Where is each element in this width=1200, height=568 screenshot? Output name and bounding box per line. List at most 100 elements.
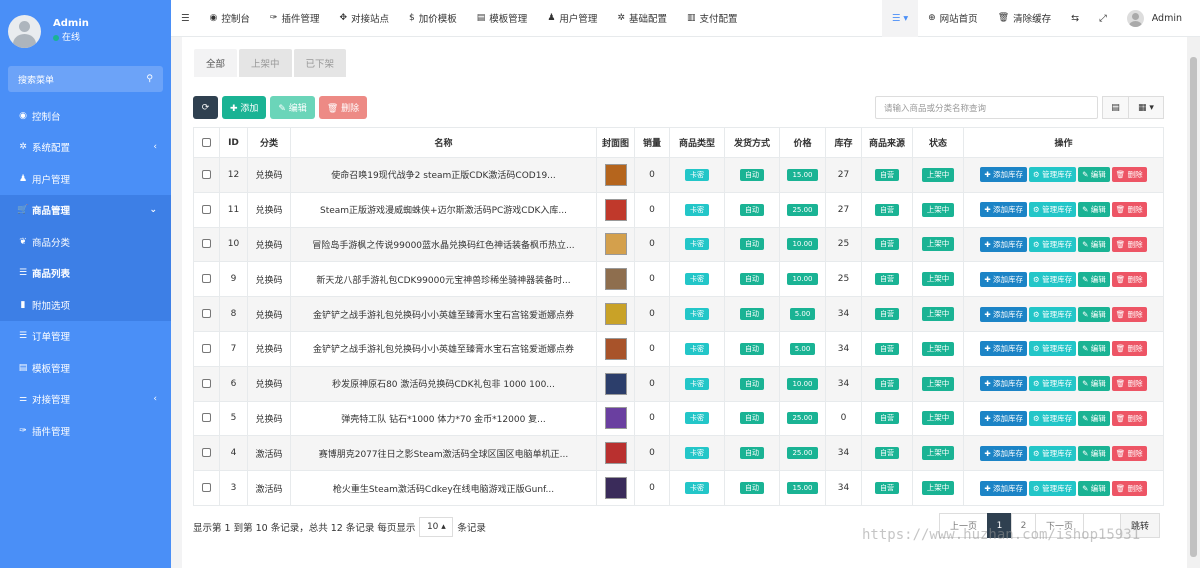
cover-image[interactable] bbox=[604, 442, 627, 465]
add-stock-button[interactable]: ✚ 添加库存 bbox=[980, 480, 1027, 496]
manage-stock-button[interactable]: ⚙ 管理库存 bbox=[1028, 306, 1077, 322]
menu-search[interactable]: 搜索菜单 ⚲ bbox=[8, 66, 163, 92]
list-dropdown-icon[interactable]: ☰ ▾ bbox=[881, 0, 919, 37]
sidebar-item-10[interactable]: ✑ 插件管理 bbox=[0, 415, 171, 447]
row-checkbox[interactable] bbox=[193, 400, 220, 437]
topnav-item-7[interactable]: ▥ 支付配置 bbox=[677, 0, 748, 37]
topnav-item-1[interactable]: ✑ 插件管理 bbox=[260, 0, 330, 37]
avatar[interactable] bbox=[8, 14, 41, 48]
add-stock-button[interactable]: ✚ 添加库存 bbox=[980, 341, 1027, 357]
cover-image[interactable] bbox=[604, 198, 627, 221]
scrollbar[interactable] bbox=[1187, 37, 1200, 568]
cover-image[interactable] bbox=[604, 303, 627, 326]
sidebar-item-6[interactable]: ▮ 附加选项 bbox=[0, 289, 171, 321]
cover-image[interactable] bbox=[604, 407, 627, 430]
row-checkbox[interactable] bbox=[193, 470, 220, 506]
edit-row-button[interactable]: ✎ 编辑 bbox=[1078, 480, 1110, 496]
edit-row-button[interactable]: ✎ 编辑 bbox=[1078, 410, 1110, 426]
manage-stock-button[interactable]: ⚙ 管理库存 bbox=[1028, 480, 1077, 496]
delete-row-button[interactable]: 🗑 删除 bbox=[1111, 202, 1147, 218]
row-checkbox[interactable] bbox=[193, 330, 220, 367]
edit-row-button[interactable]: ✎ 编辑 bbox=[1078, 445, 1110, 461]
manage-stock-button[interactable]: ⚙ 管理库存 bbox=[1028, 376, 1077, 392]
add-stock-button[interactable]: ✚ 添加库存 bbox=[980, 376, 1027, 392]
cell-cover[interactable] bbox=[596, 435, 635, 472]
row-checkbox[interactable] bbox=[193, 365, 220, 402]
table-row[interactable]: 3 激活码 枪火重生Steam激活码Cdkey在线电脑游戏正版Gunf... 0 卡密 自… bbox=[193, 470, 1164, 506]
manage-stock-button[interactable]: ⚙ 管理库存 bbox=[1028, 167, 1077, 183]
refresh-button[interactable]: ⟳ bbox=[193, 96, 218, 119]
cover-image[interactable] bbox=[604, 477, 627, 500]
cell-cover[interactable] bbox=[596, 400, 635, 437]
edit-row-button[interactable]: ✎ 编辑 bbox=[1078, 167, 1110, 183]
status-badge[interactable]: 上架中 bbox=[921, 341, 955, 356]
clear-cache-link[interactable]: 🗑 清除缓存 bbox=[988, 0, 1061, 37]
delete-row-button[interactable]: 🗑 删除 bbox=[1111, 410, 1147, 426]
row-checkbox[interactable] bbox=[193, 296, 220, 332]
sidebar-item-3[interactable]: 🛒 商品管理 ⌄ bbox=[0, 194, 171, 226]
table-row[interactable]: 7 兑换码 金铲铲之战手游礼包兑换码小小英雄至臻膏水宝石宫铭爱逝娜点券 0 卡密 自动 5.… bbox=[193, 330, 1164, 367]
status-badge[interactable]: 上架中 bbox=[921, 237, 955, 252]
row-checkbox[interactable] bbox=[193, 226, 220, 263]
column-header[interactable]: 销量 bbox=[634, 127, 670, 158]
select-all-checkbox[interactable] bbox=[193, 127, 220, 158]
add-stock-button[interactable]: ✚ 添加库存 bbox=[980, 271, 1027, 287]
add-stock-button[interactable]: ✚ 添加库存 bbox=[980, 202, 1027, 218]
cell-cover[interactable] bbox=[596, 330, 635, 367]
manage-stock-button[interactable]: ⚙ 管理库存 bbox=[1028, 236, 1077, 252]
topnav-item-4[interactable]: ▤ 模板管理 bbox=[467, 0, 538, 37]
table-row[interactable]: 8 兑换码 金铲铲之战手游礼包兑换码小小英雄至臻膏水宝石宫铭爱逝娜点券 0 卡密 自动 5.… bbox=[193, 296, 1164, 332]
status-badge[interactable]: 上架中 bbox=[921, 272, 955, 287]
row-checkbox[interactable] bbox=[193, 435, 220, 472]
sidebar-item-1[interactable]: ✲ 系统配置 ‹ bbox=[0, 132, 171, 164]
edit-row-button[interactable]: ✎ 编辑 bbox=[1078, 306, 1110, 322]
delete-row-button[interactable]: 🗑 删除 bbox=[1111, 167, 1147, 183]
status-badge[interactable]: 上架中 bbox=[921, 481, 955, 496]
topnav-item-0[interactable]: ◉ 控制台 bbox=[200, 0, 260, 37]
add-stock-button[interactable]: ✚ 添加库存 bbox=[980, 410, 1027, 426]
status-badge[interactable]: 上架中 bbox=[921, 307, 955, 322]
search-icon[interactable]: ⚲ bbox=[146, 74, 153, 84]
delete-row-button[interactable]: 🗑 删除 bbox=[1111, 445, 1147, 461]
delete-button[interactable]: 🗑 删除 bbox=[318, 96, 368, 119]
column-header[interactable]: 商品来源 bbox=[861, 127, 913, 158]
sidebar-item-5[interactable]: ☰ 商品列表 bbox=[0, 257, 171, 289]
column-header[interactable]: 发货方式 bbox=[724, 127, 780, 158]
column-header[interactable]: 库存 bbox=[825, 127, 862, 158]
delete-row-button[interactable]: 🗑 删除 bbox=[1111, 236, 1147, 252]
cell-cover[interactable] bbox=[596, 191, 635, 228]
fullscreen-icon[interactable]: ⤢ bbox=[1089, 0, 1117, 37]
column-header[interactable]: 封面图 bbox=[596, 127, 635, 158]
sidebar-item-0[interactable]: ◉ 控制台 bbox=[0, 100, 171, 132]
status-badge[interactable]: 上架中 bbox=[921, 202, 955, 217]
cell-cover[interactable] bbox=[596, 261, 635, 298]
table-row[interactable]: 11 兑换码 Steam正版游戏漫威蜘蛛侠+迈尔斯激活码PC游戏CDK入库... 0 卡… bbox=[193, 191, 1164, 228]
add-button[interactable]: ✚ 添加 bbox=[222, 96, 267, 119]
edit-row-button[interactable]: ✎ 编辑 bbox=[1078, 236, 1110, 252]
edit-row-button[interactable]: ✎ 编辑 bbox=[1078, 341, 1110, 357]
delete-row-button[interactable]: 🗑 删除 bbox=[1111, 306, 1147, 322]
table-row[interactable]: 4 激活码 赛博朋克2077往日之影Steam激活码全球区国区电脑单机正... 0 卡密… bbox=[193, 435, 1164, 472]
language-icon[interactable]: ⇆ bbox=[1061, 0, 1089, 37]
search-input[interactable]: 请输入商品或分类名称查询 bbox=[875, 96, 1098, 119]
column-header[interactable]: ID bbox=[219, 127, 248, 158]
add-stock-button[interactable]: ✚ 添加库存 bbox=[980, 236, 1027, 252]
delete-row-button[interactable]: 🗑 删除 bbox=[1111, 271, 1147, 287]
row-checkbox[interactable] bbox=[193, 261, 220, 298]
cell-cover[interactable] bbox=[596, 296, 635, 332]
cell-cover[interactable] bbox=[596, 365, 635, 402]
manage-stock-button[interactable]: ⚙ 管理库存 bbox=[1028, 410, 1077, 426]
cover-image[interactable] bbox=[604, 233, 627, 256]
column-header[interactable]: 操作 bbox=[963, 127, 1164, 158]
status-badge[interactable]: 上架中 bbox=[921, 167, 955, 182]
column-header[interactable]: 状态 bbox=[912, 127, 964, 158]
sidebar-item-7[interactable]: ☰ 订单管理 bbox=[0, 321, 171, 353]
column-header[interactable]: 名称 bbox=[290, 127, 597, 158]
cover-image[interactable] bbox=[604, 163, 627, 186]
manage-stock-button[interactable]: ⚙ 管理库存 bbox=[1028, 445, 1077, 461]
add-stock-button[interactable]: ✚ 添加库存 bbox=[980, 445, 1027, 461]
delete-row-button[interactable]: 🗑 删除 bbox=[1111, 341, 1147, 357]
column-header[interactable]: 价格 bbox=[779, 127, 826, 158]
add-stock-button[interactable]: ✚ 添加库存 bbox=[980, 167, 1027, 183]
tab-on-shelf[interactable]: 上架中 bbox=[239, 49, 292, 77]
